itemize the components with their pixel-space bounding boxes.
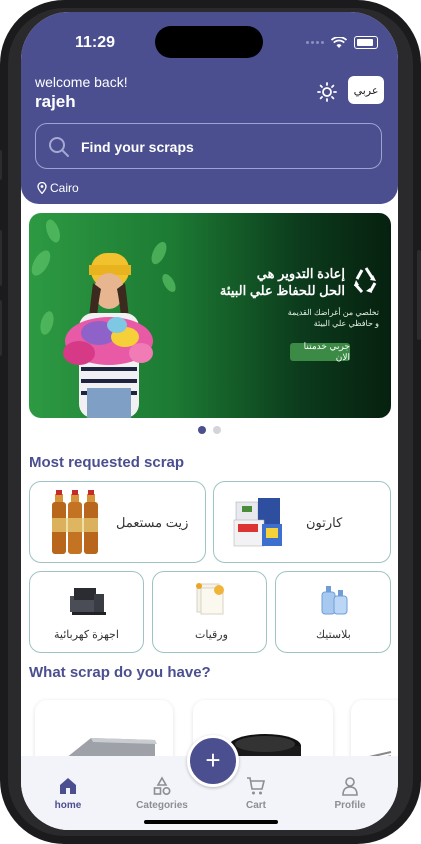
banner-subtitle: تخلصي من أغراضك القديمة و حافظي علي البي… xyxy=(189,307,379,329)
search-placeholder: Find your scraps xyxy=(81,139,194,155)
recycle-icon xyxy=(351,265,381,300)
location-pin-icon xyxy=(37,182,47,194)
location-text: Cairo xyxy=(50,181,79,195)
nav-home-label: home xyxy=(54,800,82,811)
scrap-label: اجهزة كهربائية xyxy=(54,629,119,641)
categories-icon xyxy=(153,776,171,796)
banner-title: إعادة التدوير هي الحل للحفاظ علي البيئة xyxy=(175,265,345,299)
volume-up-button xyxy=(0,230,2,286)
banner-cta-button[interactable]: جربي خدمتنا الان xyxy=(290,341,350,362)
appliances-icon xyxy=(70,588,106,615)
scrap-label: بلاستيك xyxy=(316,629,351,641)
nav-profile-label: Profile xyxy=(334,800,366,811)
home-indicator xyxy=(144,820,278,824)
nav-home[interactable]: home xyxy=(33,776,103,811)
most-requested-title: Most requested scrap xyxy=(29,454,185,471)
banner-title-line2: الحل للحفاظ علي البيئة xyxy=(219,283,345,298)
status-icons xyxy=(306,36,378,49)
nav-categories[interactable]: Categories xyxy=(127,776,197,811)
phone-frame: 11:29 welcome back! rajeh عربي Find your… xyxy=(0,0,421,844)
scrap-label: زيت مستعمل xyxy=(116,515,189,530)
nav-profile[interactable]: Profile xyxy=(315,776,385,811)
carousel-dot[interactable] xyxy=(213,426,221,434)
search-icon xyxy=(49,137,69,157)
add-button[interactable]: + xyxy=(187,735,239,787)
welcome-text: welcome back! xyxy=(35,74,128,90)
scrap-card-carton[interactable]: كارتون xyxy=(213,481,391,563)
location[interactable]: Cairo xyxy=(37,181,79,195)
home-icon xyxy=(60,778,76,794)
what-scrap-title: What scrap do you have? xyxy=(29,664,211,681)
nav-cart[interactable]: Cart xyxy=(221,776,291,811)
scrap-label: ورقيات xyxy=(195,629,228,641)
profile-icon xyxy=(342,777,358,796)
app-screen: 11:29 welcome back! rajeh عربي Find your… xyxy=(21,12,398,830)
signal-icon xyxy=(306,41,324,44)
wifi-icon xyxy=(331,36,347,48)
language-button[interactable]: عربي xyxy=(348,76,384,104)
paper-icon xyxy=(196,583,224,615)
banner-title-line1: إعادة التدوير هي xyxy=(256,266,345,281)
dynamic-island xyxy=(155,26,263,58)
banner-subtitle-line2: و حافظي علي البيئة xyxy=(313,319,379,328)
scrap-card-appliances[interactable]: اجهزة كهربائية xyxy=(29,571,144,653)
banner-subtitle-line1: تخلصي من أغراضك القديمة xyxy=(287,308,379,317)
scrap-card-paper[interactable]: ورقيات xyxy=(152,571,267,653)
scrap-card-plastic[interactable]: بلاستيك xyxy=(275,571,391,653)
mute-switch xyxy=(0,150,2,180)
volume-down-button xyxy=(0,300,2,356)
nav-categories-label: Categories xyxy=(136,800,188,811)
search-input[interactable]: Find your scraps xyxy=(35,123,382,169)
scrap-card-used-oil[interactable]: زيت مستعمل xyxy=(29,481,206,563)
power-button xyxy=(417,250,421,340)
promo-banner[interactable]: إعادة التدوير هي الحل للحفاظ علي البيئة … xyxy=(29,213,391,418)
scrap-label: كارتون xyxy=(306,515,343,530)
oil-bottles-icon xyxy=(52,490,98,554)
plastic-bottles-icon xyxy=(321,586,348,615)
battery-icon xyxy=(354,36,378,49)
carousel-dot-active[interactable] xyxy=(198,426,206,434)
cart-icon xyxy=(247,777,266,795)
username: rajeh xyxy=(35,92,76,111)
sun-icon[interactable] xyxy=(317,82,337,102)
nav-cart-label: Cart xyxy=(245,800,266,811)
header: 11:29 welcome back! rajeh عربي Find your… xyxy=(21,12,398,204)
cartons-icon xyxy=(233,498,282,547)
status-time: 11:29 xyxy=(75,34,116,51)
